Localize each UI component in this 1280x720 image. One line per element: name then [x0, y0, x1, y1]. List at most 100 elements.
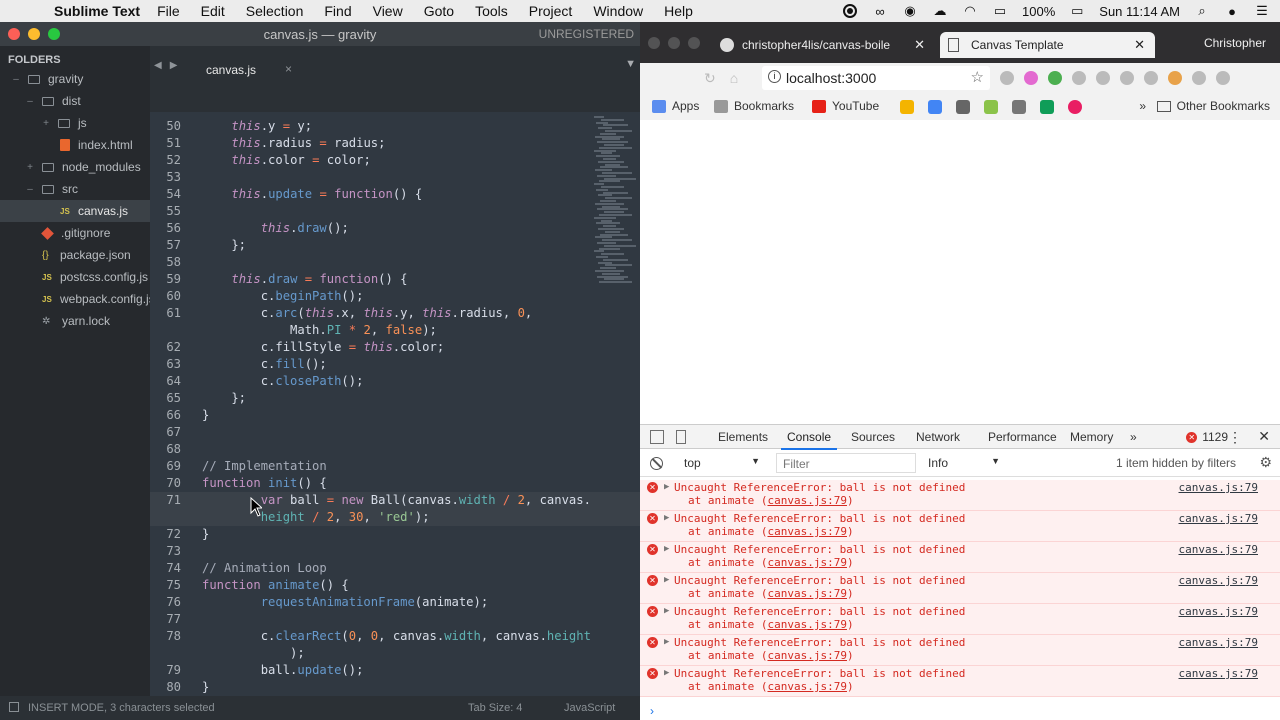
console-error-message[interactable]: ✕ ▶ Uncaught ReferenceError: ball is not d… [640, 511, 1280, 542]
tree-folder-dist[interactable]: – dist [24, 90, 80, 112]
menu-tools[interactable]: Tools [475, 3, 508, 19]
battery-percent[interactable]: 100% [1022, 4, 1055, 19]
code-line[interactable]: 75 function animate() { [150, 577, 640, 594]
source-link[interactable]: canvas.js:79 [1179, 543, 1258, 556]
code-line[interactable]: 77 [150, 611, 640, 628]
tree-file-package-json[interactable]: {} package.json [42, 244, 131, 266]
tree-folder-node-modules[interactable]: + node_modules [24, 156, 141, 178]
code-line[interactable]: 74 // Animation Loop [150, 560, 640, 577]
console-error-message[interactable]: ✕ ▶ Uncaught ReferenceError: ball is not d… [640, 542, 1280, 573]
bookmark-bookmarks[interactable]: Bookmarks [714, 99, 794, 113]
device-toolbar-icon[interactable] [676, 430, 686, 444]
code-line[interactable]: 79 ball.update(); [150, 662, 640, 679]
stack-frame-link[interactable]: canvas.js:79 [767, 494, 846, 507]
code-line[interactable]: 51 this.radius = radius; [150, 135, 640, 152]
clock[interactable]: Sun 11:14 AM [1099, 4, 1180, 19]
expand-triangle-icon[interactable]: ▶ [664, 482, 669, 492]
collapse-icon[interactable]: – [10, 74, 22, 85]
tree-file-webpack-config[interactable]: JS webpack.config.js [42, 288, 155, 310]
info-icon[interactable]: i [768, 70, 781, 83]
chrome-zoom-button[interactable] [688, 37, 700, 49]
bookmark-apps[interactable]: Apps [652, 99, 699, 113]
codepen-icon[interactable] [956, 100, 970, 114]
code-line[interactable]: 80} [150, 679, 640, 696]
code-editor[interactable]: 50 this.y = y; 51 this.radius = radius; 52… [150, 112, 640, 696]
menu-window[interactable]: Window [593, 3, 643, 19]
stack-frame-link[interactable]: canvas.js:79 [767, 556, 846, 569]
tree-folder-js[interactable]: + js [40, 112, 87, 134]
devtools-tab-network[interactable]: Network [916, 430, 960, 444]
stack-frame-link[interactable]: canvas.js:79 [767, 618, 846, 631]
tree-file-postcss-config[interactable]: JS postcss.config.js [42, 266, 148, 288]
bookmark-youtube[interactable]: YouTube [812, 99, 879, 113]
console-error-message[interactable]: ✕ ▶ Uncaught ReferenceError: ball is not d… [640, 480, 1280, 511]
devtools-tab-elements[interactable]: Elements [718, 430, 768, 444]
tree-file-index-html[interactable]: index.html [60, 134, 133, 156]
stack-frame-link[interactable]: canvas.js:79 [767, 587, 846, 600]
close-tab-icon[interactable]: ✕ [914, 37, 925, 53]
console-error-message[interactable]: ✕ ▶ Uncaught ReferenceError: ball is not d… [640, 635, 1280, 666]
menu-goto[interactable]: Goto [424, 3, 454, 19]
menu-file[interactable]: File [157, 3, 180, 19]
tab-dropdown-icon[interactable]: ▼ [625, 58, 636, 70]
code-line[interactable]: 66} [150, 407, 640, 424]
browser-tab-canvas-template[interactable]: Canvas Template ✕ [940, 32, 1155, 58]
more-bookmarks-icon[interactable]: » [1139, 99, 1146, 113]
close-tab-icon[interactable]: ✕ [1134, 37, 1145, 53]
code-line[interactable]: 65 }; [150, 390, 640, 407]
code-line[interactable]: 58 [150, 254, 640, 271]
menu-selection[interactable]: Selection [246, 3, 304, 19]
source-link[interactable]: canvas.js:79 [1179, 512, 1258, 525]
menu-edit[interactable]: Edit [201, 3, 225, 19]
code-line[interactable]: 62 c.fillStyle = this.color; [150, 339, 640, 356]
app-menu[interactable]: Sublime Text [54, 3, 140, 19]
expand-triangle-icon[interactable]: ▶ [664, 544, 669, 554]
code-line[interactable]: Math.PI * 2, false); [150, 322, 640, 339]
extension-icon[interactable] [1024, 71, 1038, 85]
menu-project[interactable]: Project [529, 3, 573, 19]
source-link[interactable]: canvas.js:79 [1179, 667, 1258, 680]
console-error-message[interactable]: ✕ ▶ Uncaught ReferenceError: ball is not d… [640, 573, 1280, 604]
bookmark-icon[interactable] [1068, 100, 1082, 114]
expand-triangle-icon[interactable]: ▶ [664, 606, 669, 616]
code-line[interactable]: 60 c.beginPath(); [150, 288, 640, 305]
expand-triangle-icon[interactable]: ▶ [664, 637, 669, 647]
code-line[interactable]: 67 [150, 424, 640, 441]
tree-folder-gravity[interactable]: – gravity [10, 68, 83, 90]
extension-icon[interactable] [1096, 71, 1110, 85]
devtools-menu-icon[interactable]: ⋮ [1228, 429, 1242, 446]
reload-home-icons[interactable]: ↻⌂ [704, 70, 752, 87]
wifi-icon[interactable]: ◠ [962, 3, 978, 18]
extension-icon[interactable] [1120, 71, 1134, 85]
console-settings-gear-icon[interactable]: ⚙ [1259, 454, 1272, 471]
code-line[interactable]: 72} [150, 526, 640, 543]
extension-icon[interactable] [1144, 71, 1158, 85]
expand-icon[interactable]: + [24, 162, 36, 173]
extension-icon[interactable] [1048, 71, 1062, 85]
console-filter-input[interactable]: Filter [776, 453, 916, 473]
code-line[interactable]: 78 c.clearRect(0, 0, canvas.width, canva… [150, 628, 640, 645]
code-line[interactable]: 70 function init() { [150, 475, 640, 492]
source-link[interactable]: canvas.js:79 [1179, 481, 1258, 494]
context-selector[interactable]: top ▼ [684, 456, 760, 470]
sheets-icon[interactable] [1040, 100, 1054, 114]
console-error-message[interactable]: ✕ ▶ Uncaught ReferenceError: ball is not d… [640, 604, 1280, 635]
expand-icon[interactable]: + [40, 118, 52, 129]
extension-icon[interactable] [1072, 71, 1086, 85]
code-line[interactable]: ); [150, 645, 640, 662]
leaf-icon[interactable] [984, 100, 998, 114]
tree-file-yarn-lock[interactable]: ✲ yarn.lock [42, 310, 110, 332]
collapse-icon[interactable]: – [24, 184, 36, 195]
devtools-tab-sources[interactable]: Sources [851, 430, 895, 444]
record-icon[interactable] [842, 4, 858, 18]
source-link[interactable]: canvas.js:79 [1179, 574, 1258, 587]
airplay-icon[interactable]: ▭ [992, 3, 1008, 18]
panel-toggle-icon[interactable] [9, 702, 19, 712]
chrome-close-button[interactable] [648, 37, 660, 49]
bookmark-star-icon[interactable]: ☆ [971, 68, 984, 86]
console-prompt-icon[interactable]: › [650, 704, 654, 718]
tab-nav-arrows-icon[interactable]: ◀▶ [154, 60, 185, 71]
docs-icon[interactable] [928, 100, 942, 114]
shield-icon[interactable]: ◉ [902, 3, 918, 18]
inspect-element-icon[interactable] [650, 430, 664, 444]
